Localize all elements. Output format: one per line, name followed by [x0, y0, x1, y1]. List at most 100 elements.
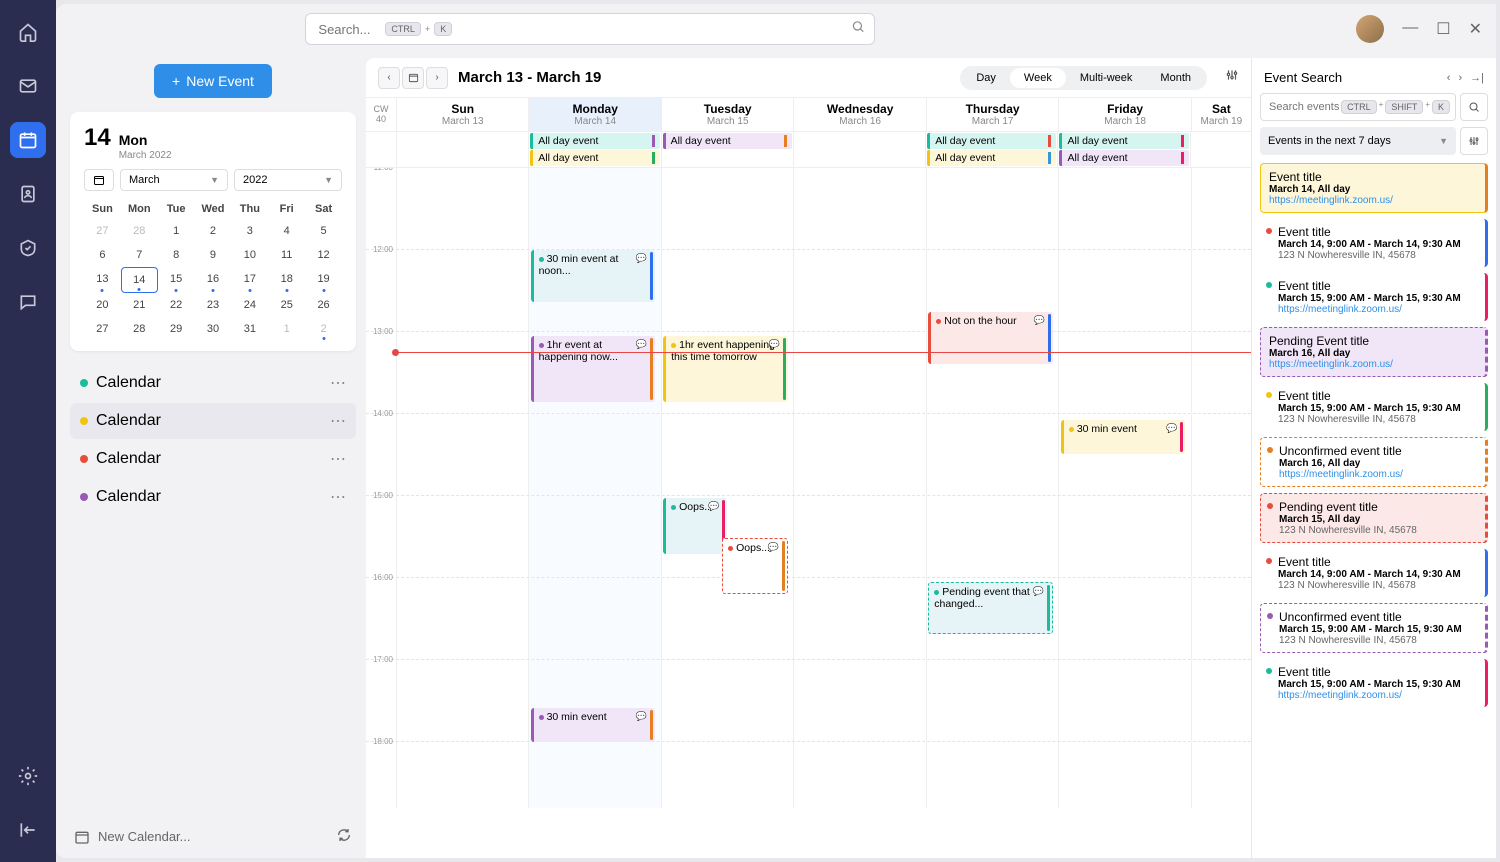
mini-day[interactable]: 24 [231, 293, 268, 317]
maximize-icon[interactable]: ☐ [1436, 19, 1450, 39]
day-header[interactable]: FridayMarch 18 [1058, 98, 1190, 131]
hour-cell[interactable] [396, 660, 528, 741]
calendar-event[interactable]: 1hr event at happening now... 💬 [531, 336, 656, 402]
day-header[interactable]: MondayMarch 14 [528, 98, 660, 131]
hour-cell[interactable] [528, 578, 660, 659]
sync-icon[interactable] [336, 827, 352, 846]
mini-day[interactable]: 17 [231, 267, 268, 293]
search-result-event[interactable]: Pending event titleMarch 15, All day123 … [1260, 493, 1488, 543]
search-button[interactable] [1460, 93, 1488, 121]
chevron-left-icon[interactable]: ‹ [1447, 72, 1451, 84]
mini-day[interactable]: 19 [305, 267, 342, 293]
more-icon[interactable]: ⋯ [330, 411, 346, 431]
hour-cell[interactable] [396, 742, 528, 808]
hour-cell[interactable] [793, 660, 925, 741]
next-button[interactable]: › [426, 67, 448, 89]
mini-day[interactable]: 27 [84, 317, 121, 341]
view-option-multi-week[interactable]: Multi-week [1066, 68, 1147, 88]
hour-cell[interactable] [661, 168, 793, 249]
calendar-list-item[interactable]: Calendar ⋯ [70, 479, 356, 515]
avatar[interactable] [1356, 15, 1384, 43]
hour-cell[interactable] [926, 742, 1058, 808]
search-result-event[interactable]: Event titleMarch 14, 9:00 AM - March 14,… [1260, 219, 1488, 267]
hour-cell[interactable] [528, 496, 660, 577]
hour-cell[interactable] [926, 168, 1058, 249]
allday-cell[interactable]: All day eventAll day event [528, 132, 660, 167]
more-icon[interactable]: ⋯ [330, 449, 346, 469]
allday-event[interactable]: All day event [1059, 150, 1188, 166]
allday-event[interactable]: All day event [530, 133, 659, 149]
mini-day[interactable]: 11 [268, 243, 305, 267]
allday-event[interactable]: All day event [1059, 133, 1188, 149]
hour-cell[interactable] [793, 496, 925, 577]
day-header[interactable]: SatMarch 19 [1191, 98, 1251, 131]
hour-cell[interactable] [793, 332, 925, 413]
mini-day[interactable]: 30 [195, 317, 232, 341]
day-header[interactable]: ThursdayMarch 17 [926, 98, 1058, 131]
nav-home[interactable] [10, 14, 46, 50]
calendar-event[interactable]: 30 min event 💬 [1061, 420, 1186, 454]
hour-cell[interactable] [396, 168, 528, 249]
mini-day[interactable]: 1 [268, 317, 305, 341]
hour-cell[interactable] [1191, 742, 1251, 808]
view-option-day[interactable]: Day [962, 68, 1010, 88]
mini-day[interactable]: 20 [84, 293, 121, 317]
calendar-event[interactable]: Not on the hour 💬 [928, 312, 1053, 364]
hour-cell[interactable] [396, 250, 528, 331]
mini-day[interactable]: 9 [195, 243, 232, 267]
search-result-event[interactable]: Unconfirmed event titleMarch 16, All day… [1260, 437, 1488, 487]
hour-cell[interactable] [926, 660, 1058, 741]
allday-event[interactable]: All day event [927, 150, 1056, 166]
hour-cell[interactable] [528, 414, 660, 495]
nav-chat[interactable] [10, 284, 46, 320]
mini-day[interactable]: 16 [195, 267, 232, 293]
view-option-month[interactable]: Month [1146, 68, 1205, 88]
hour-cell[interactable] [1191, 250, 1251, 331]
search-result-event[interactable]: Unconfirmed event titleMarch 15, 9:00 AM… [1260, 603, 1488, 653]
mini-day[interactable]: 8 [158, 243, 195, 267]
hour-cell[interactable] [1058, 496, 1190, 577]
search-result-event[interactable]: Pending Event titleMarch 16, All dayhttp… [1260, 327, 1488, 377]
nav-collapse[interactable] [10, 812, 46, 848]
hour-cell[interactable] [661, 414, 793, 495]
view-option-week[interactable]: Week [1010, 68, 1066, 88]
mini-day[interactable]: 22 [158, 293, 195, 317]
mini-day[interactable]: 25 [268, 293, 305, 317]
mini-day[interactable]: 4 [268, 219, 305, 243]
allday-cell[interactable]: All day eventAll day event [1057, 132, 1189, 167]
search-result-event[interactable]: Event titleMarch 15, 9:00 AM - March 15,… [1260, 273, 1488, 321]
calendar-list-item[interactable]: Calendar ⋯ [70, 365, 356, 401]
hour-cell[interactable] [793, 250, 925, 331]
mini-day[interactable]: 31 [231, 317, 268, 341]
allday-event[interactable]: All day event [663, 133, 792, 149]
mini-day[interactable]: 2 [305, 317, 342, 341]
hour-cell[interactable] [793, 414, 925, 495]
hour-cell[interactable] [793, 168, 925, 249]
close-icon[interactable]: ✕ [1469, 19, 1482, 39]
allday-cell[interactable] [793, 132, 925, 167]
mini-day[interactable]: 29 [158, 317, 195, 341]
mini-day[interactable]: 26 [305, 293, 342, 317]
search-icon[interactable] [851, 20, 865, 39]
hour-cell[interactable] [661, 742, 793, 808]
calendar-event[interactable]: Pending event that changed... 💬 [928, 582, 1053, 634]
hour-cell[interactable] [396, 332, 528, 413]
year-select[interactable]: 2022▼ [234, 169, 342, 191]
nav-tasks[interactable] [10, 230, 46, 266]
mini-day[interactable]: 10 [231, 243, 268, 267]
mini-day[interactable]: 18 [268, 267, 305, 293]
hour-cell[interactable] [1058, 332, 1190, 413]
filter-icon[interactable] [1225, 68, 1239, 87]
calendar-list-item[interactable]: Calendar ⋯ [70, 403, 356, 439]
allday-cell[interactable]: All day event [661, 132, 793, 167]
allday-cell[interactable] [396, 132, 528, 167]
allday-event[interactable]: All day event [927, 133, 1056, 149]
hour-cell[interactable] [396, 414, 528, 495]
mini-day[interactable]: 21 [121, 293, 158, 317]
hour-cell[interactable] [926, 414, 1058, 495]
hour-cell[interactable] [1191, 168, 1251, 249]
search-result-event[interactable]: Event titleMarch 14, 9:00 AM - March 14,… [1260, 549, 1488, 597]
hour-grid[interactable]: 11:0012:0013:0014:0015:0016:0017:0018:00… [366, 168, 1251, 808]
prev-button[interactable]: ‹ [378, 67, 400, 89]
mini-day[interactable]: 28 [121, 219, 158, 243]
